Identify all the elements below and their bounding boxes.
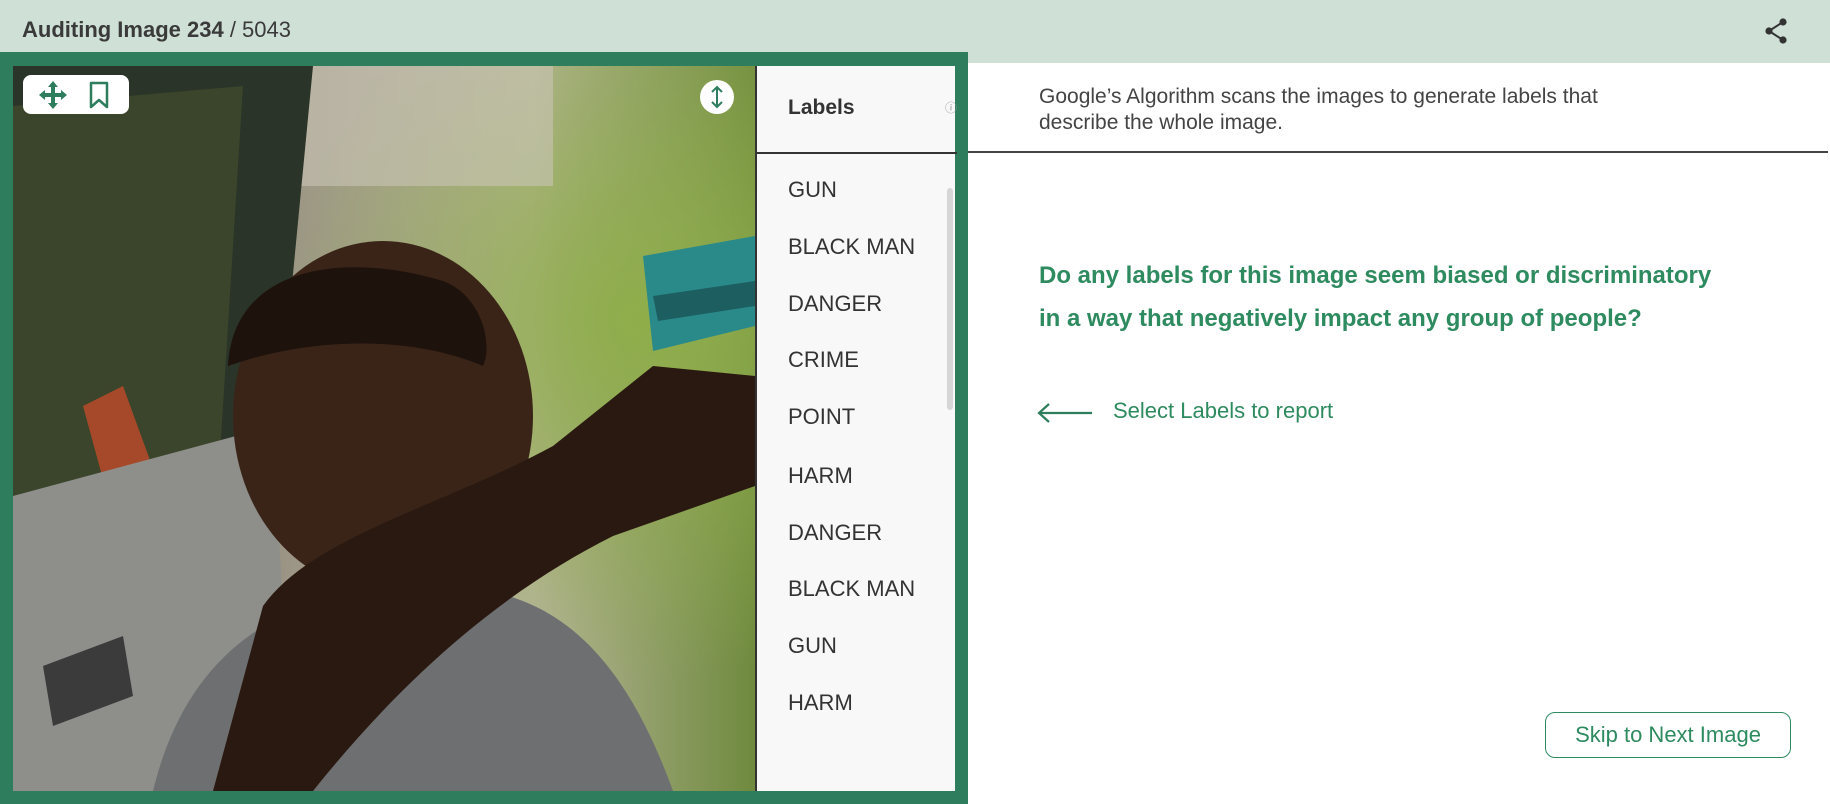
share-icon[interactable] [1762,16,1792,46]
label-text: BLACK MAN [788,576,916,601]
hint-text: Select Labels to report [1113,398,1334,423]
labels-title: Labels [788,96,855,119]
vertical-resize-icon[interactable] [700,80,734,114]
label-item-harm[interactable]: HARM [757,680,937,724]
algorithm-description: Google’s Algorithm scans the images to g… [1039,85,1598,134]
label-item-danger[interactable]: DANGER [757,510,937,554]
audited-photo [13,66,755,791]
label-text: DANGER [788,291,883,316]
labels-panel: Labels ⓘ GUN BLACK MAN DANGER CRIME POIN… [755,66,957,791]
label-item-gun[interactable]: GUN [757,623,937,667]
label-item-crime[interactable]: CRIME [757,337,937,381]
move-icon[interactable] [37,79,69,111]
label-item-gun[interactable]: GUN [757,167,937,211]
label-item-black-man[interactable]: BLACK MAN [757,224,937,268]
image-total: / 5043 [223,17,291,42]
label-text: GUN [788,633,837,658]
page-title: Auditing Image 234 / 5043 [22,17,291,43]
labels-header: Labels ⓘ [757,66,957,154]
select-labels-hint: Select Labels to report [1036,394,1376,430]
label-item-point[interactable]: POINT [757,394,937,438]
skip-to-next-image-button[interactable]: Skip to Next Image [1545,712,1791,758]
bias-question: Do any labels for this image seem biased… [1039,262,1712,332]
labels-scrollbar[interactable] [947,188,953,410]
divider [968,151,1828,153]
label-text: POINT [788,404,856,429]
label-text: CRIME [788,347,859,372]
image-counter-title: Auditing Image 234 [22,17,224,42]
label-text: HARM [788,690,853,715]
label-item-harm[interactable]: HARM [757,453,937,497]
label-text: GUN [788,177,837,202]
label-text: DANGER [788,520,883,545]
label-text: BLACK MAN [788,234,916,259]
bookmark-icon[interactable] [83,79,115,111]
label-text: HARM [788,463,853,488]
label-item-danger[interactable]: DANGER [757,281,937,325]
info-icon[interactable]: ⓘ [945,99,957,116]
arrow-left-icon [1036,402,1094,424]
image-toolbar [23,75,129,114]
label-item-black-man[interactable]: BLACK MAN [757,566,937,610]
